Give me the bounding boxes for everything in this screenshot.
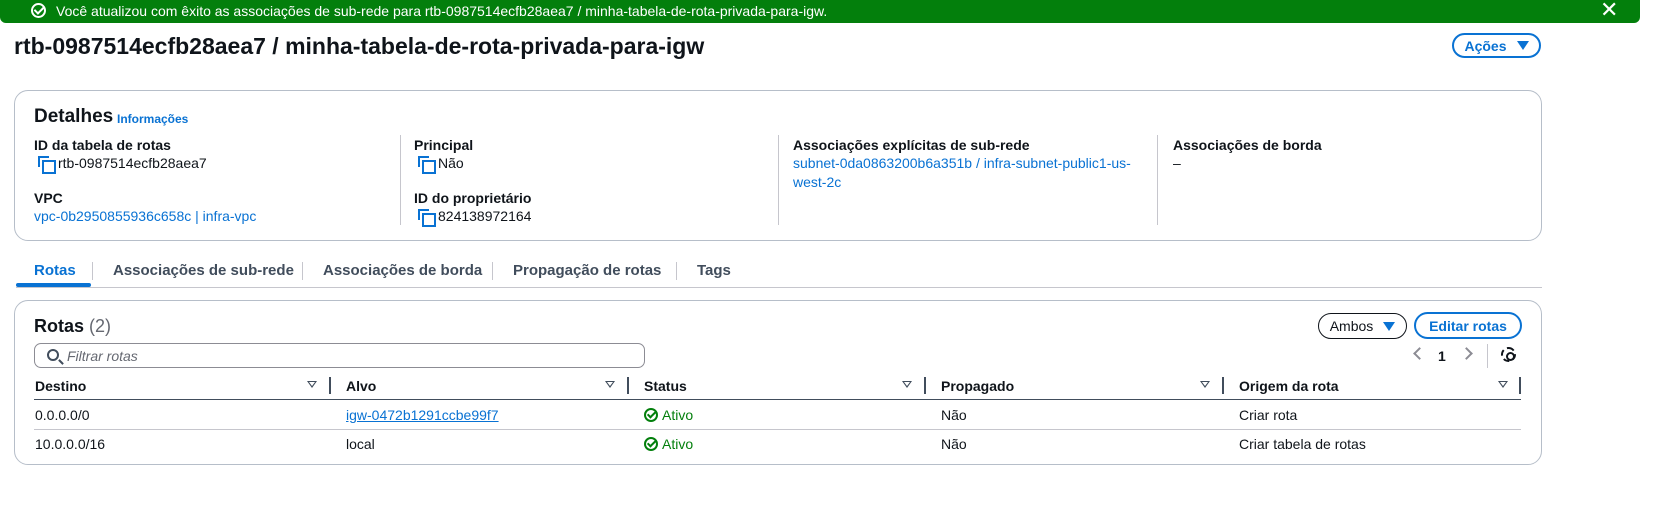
cell-destination: 0.0.0.0/0 (35, 407, 90, 423)
caret-down-icon (1383, 321, 1396, 331)
copy-icon[interactable] (418, 209, 436, 227)
sort-icon[interactable] (902, 381, 912, 388)
cell-propagated: Não (941, 407, 967, 423)
page-title: rtb-0987514ecfb28aea7 / minha-tabela-de-… (14, 33, 705, 59)
tabs-divider (16, 287, 1542, 288)
tab-separator (676, 262, 677, 280)
main-value: Não (438, 155, 464, 171)
routes-title-text: Rotas (34, 316, 85, 336)
close-icon[interactable]: ✕ (1600, 0, 1618, 21)
cell-route-origin: Criar tabela de rotas (1239, 436, 1366, 452)
cell-route-origin: Criar rota (1239, 407, 1298, 423)
info-link[interactable]: Informações (117, 112, 188, 126)
status-text: Ativo (662, 407, 694, 423)
routes-title: Rotas (2) (34, 316, 111, 337)
flash-message: Você atualizou com êxito as associações … (56, 3, 828, 19)
owner-id-label: ID do proprietário (414, 190, 532, 206)
sort-icon[interactable] (605, 381, 615, 388)
tab-route-propagation[interactable]: Propagação de rotas (513, 262, 661, 279)
caret-down-icon (1516, 41, 1529, 50)
pager-divider (1487, 344, 1488, 368)
details-title: Detalhes (34, 106, 114, 127)
column-header-route-origin[interactable]: Origem da rota (1239, 378, 1339, 394)
table-row-divider (34, 429, 1521, 430)
column-resizer[interactable] (924, 377, 926, 394)
column-header-destination[interactable]: Destino (35, 378, 86, 394)
vpc-link[interactable]: vpc-0b2950855936c658c | infra-vpc (34, 208, 256, 224)
cell-destination: 10.0.0.0/16 (35, 436, 106, 452)
search-input[interactable] (67, 347, 627, 365)
column-header-propagated[interactable]: Propagado (941, 378, 1014, 394)
cell-target-link[interactable]: igw-0472b1291ccbe99f7 (346, 407, 499, 423)
details-card: Detalhes Informações ID da tabela de rot… (14, 90, 1542, 241)
edge-assoc-label: Associações de borda (1173, 137, 1322, 153)
tab-separator (92, 262, 93, 280)
actions-button[interactable]: Ações (1452, 33, 1541, 58)
column-divider (1157, 135, 1158, 225)
explicit-assoc-label: Associações explícitas de sub-rede (793, 137, 1030, 153)
column-resizer[interactable] (1222, 377, 1224, 394)
route-table-id-label: ID da tabela de rotas (34, 137, 171, 153)
sort-icon[interactable] (307, 381, 317, 388)
filter-dropdown[interactable]: Ambos (1318, 313, 1407, 339)
route-table-id-value: rtb-0987514ecfb28aea7 (58, 155, 207, 171)
column-resizer[interactable] (329, 377, 331, 394)
page-number[interactable]: 1 (1438, 348, 1446, 364)
filter-dropdown-label: Ambos (1329, 318, 1374, 334)
routes-count: (2) (89, 316, 112, 336)
copy-icon[interactable] (418, 156, 436, 174)
search-icon (47, 349, 59, 361)
explicit-assoc-link[interactable]: subnet-0da0863200b6a351b / infra-subnet-… (793, 155, 1131, 171)
column-header-status[interactable]: Status (644, 378, 687, 394)
tab-tags[interactable]: Tags (697, 262, 731, 279)
tab-edge-associations[interactable]: Associações de borda (323, 262, 482, 279)
edge-assoc-value: – (1173, 155, 1181, 171)
success-flash-bar: Você atualizou com êxito as associações … (0, 0, 1640, 23)
explicit-assoc-link-cont[interactable]: west-2c (793, 174, 841, 190)
copy-icon[interactable] (38, 156, 56, 174)
edit-routes-button[interactable]: Editar rotas (1414, 312, 1522, 339)
vpc-label: VPC (34, 190, 63, 206)
success-check-icon (644, 437, 658, 451)
success-check-icon (644, 408, 658, 422)
tab-separator (492, 262, 493, 280)
column-divider (400, 135, 401, 225)
table-header-divider (34, 399, 1521, 400)
sort-icon[interactable] (1200, 381, 1210, 388)
column-resizer[interactable] (1519, 377, 1521, 394)
tab-separator (302, 262, 303, 280)
gear-icon[interactable] (1501, 347, 1516, 362)
actions-button-label: Ações (1464, 37, 1507, 54)
column-header-target[interactable]: Alvo (346, 378, 376, 394)
success-check-icon (31, 3, 46, 18)
search-field[interactable] (34, 343, 645, 368)
cell-target: local (346, 436, 375, 452)
column-divider (778, 135, 779, 225)
status-text: Ativo (662, 436, 694, 452)
main-label: Principal (414, 137, 474, 153)
owner-id-value: 824138972164 (438, 208, 532, 224)
tab-routes[interactable]: Rotas (34, 262, 76, 279)
cell-propagated: Não (941, 436, 967, 452)
sort-icon[interactable] (1498, 381, 1508, 388)
column-resizer[interactable] (627, 377, 629, 394)
tab-subnet-associations[interactable]: Associações de sub-rede (113, 262, 294, 279)
